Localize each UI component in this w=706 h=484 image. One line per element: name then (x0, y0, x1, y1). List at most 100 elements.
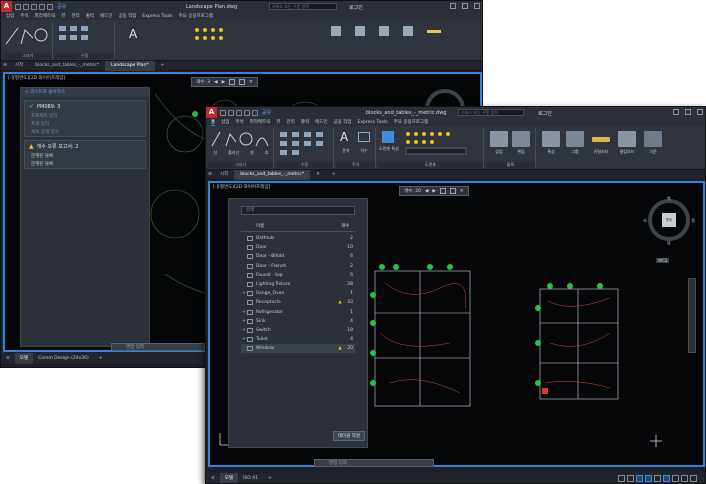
back-to-list-link[interactable]: < 리스트로 돌아가기 (21, 88, 149, 97)
close-tab-icon[interactable]: ✕ (310, 170, 326, 180)
menu-tab[interactable]: Express Tools (142, 14, 172, 19)
autocad-logo[interactable]: A (206, 107, 217, 118)
arc-tool-label[interactable]: 호 (265, 150, 269, 156)
menu-icon[interactable]: ≡ (206, 476, 220, 481)
layer-properties-label[interactable]: 도면층 특성 (378, 146, 400, 152)
block-row[interactable]: Bathtub 2 (241, 234, 355, 243)
utilities-icon[interactable] (592, 137, 610, 142)
sign-in-button[interactable]: 로그인 (349, 4, 363, 11)
base-label[interactable]: 기준 (642, 149, 664, 155)
menu-tab[interactable]: 애드인 (315, 119, 327, 125)
text-label[interactable]: 문자 (336, 148, 356, 154)
menu-tab[interactable]: 주석 (20, 13, 28, 19)
block-row[interactable]: + Toilet 4 (241, 335, 355, 344)
palette-search-input[interactable]: 검색 (241, 206, 355, 215)
list-item[interactable]: 프로젝트 일치 (25, 112, 145, 120)
share-button[interactable]: 공유 (57, 3, 66, 10)
command-line[interactable]: 명령 입력 (111, 343, 205, 351)
list-item[interactable]: 분해된 블록 (25, 160, 145, 168)
menu-tab[interactable]: 삽입 (221, 119, 229, 125)
properties-icon[interactable] (542, 131, 560, 147)
tab-start[interactable]: 시작 (9, 61, 29, 71)
block-row[interactable]: + Switch 19 (241, 326, 355, 335)
zoom-icon[interactable] (229, 79, 236, 85)
viewcube[interactable]: 맨위 북 서 동 남 (643, 196, 695, 245)
add-layout-icon[interactable]: + (94, 356, 108, 361)
dimension-icon[interactable] (358, 132, 370, 142)
tab-landscape[interactable]: Landscape Plan* (105, 60, 155, 71)
tab-layout[interactable]: Comm Design (24x36) (33, 356, 94, 361)
list-item[interactable]: 새로 상태 일치 (25, 128, 145, 136)
new-icon[interactable] (220, 109, 226, 116)
modify-tools-icons[interactable] (276, 128, 332, 158)
close-icon[interactable]: ✕ (249, 80, 253, 85)
prev-icon[interactable]: ◀ (425, 189, 428, 194)
block-row[interactable]: Receptacle ▲ 43 (241, 298, 355, 307)
undo-icon[interactable] (39, 3, 45, 10)
menu-icon[interactable]: ≡ (1, 63, 9, 68)
wcs-menu[interactable]: WCS (656, 258, 670, 263)
menu-tab[interactable]: 주요 응용프로그램 (394, 119, 429, 125)
block-row[interactable]: Lighting fixture 28 (241, 280, 355, 289)
layer-properties-icon[interactable] (382, 131, 394, 143)
modify-tools-icons[interactable] (55, 22, 113, 50)
redo-icon[interactable] (47, 3, 53, 10)
group-icon[interactable] (566, 131, 584, 147)
block-row[interactable]: Faucet - top 6 (241, 271, 355, 280)
viewcube-face-top[interactable]: 맨위 (662, 213, 676, 227)
customize-icon[interactable] (690, 475, 697, 482)
circle-tool-label[interactable]: 원 (250, 150, 254, 156)
menu-tab[interactable]: 공동 작업 (334, 119, 352, 125)
draw-tools-icons[interactable] (3, 22, 51, 50)
compass-east[interactable]: 동 (691, 218, 695, 224)
menu-tab-home[interactable]: 홈 (211, 119, 216, 126)
close-icon[interactable]: ✕ (460, 189, 464, 194)
menu-tab[interactable]: Express Tools (358, 120, 388, 125)
block-row[interactable]: Window ▲ 20 (241, 344, 355, 354)
table-icon[interactable] (449, 188, 456, 194)
tab-model[interactable]: 모델 (14, 353, 34, 364)
menu-tab[interactable]: 주요 응용프로그램 (178, 13, 213, 19)
block-row[interactable]: Door 10 (241, 243, 355, 252)
save-icon[interactable] (31, 3, 37, 10)
table-icon[interactable] (239, 79, 246, 85)
clipboard-label[interactable]: 클립보드 (616, 149, 638, 155)
insert-icon[interactable] (490, 131, 508, 147)
search-input[interactable]: 키워드 또는 구문 입력 (458, 109, 524, 116)
properties-label[interactable]: 특성 (540, 149, 562, 155)
new-icon[interactable] (15, 3, 21, 10)
count-column-header[interactable]: 개수 (341, 223, 355, 231)
menu-tab[interactable]: 주석 (235, 119, 243, 125)
new-tab-icon[interactable]: + (326, 170, 342, 180)
block-property-icons[interactable] (319, 22, 477, 52)
insert-label[interactable]: 삽입 (488, 149, 510, 155)
menu-tab[interactable]: 관리 (287, 119, 295, 125)
block-row[interactable]: Door - French 2 (241, 262, 355, 271)
ortho-toggle-icon[interactable] (636, 475, 643, 482)
annotation-layer-icons[interactable]: A (117, 22, 315, 52)
tab-layout[interactable]: ISO A1 (238, 476, 263, 481)
create-table-button[interactable]: 테이블 작성 (333, 431, 365, 441)
osnap-toggle-icon[interactable] (654, 475, 661, 482)
list-item[interactable]: 분해된 블록 (25, 152, 145, 160)
line-tool-label[interactable]: 선 (213, 150, 217, 156)
count-group-header[interactable]: ✔ PM089: 3 (25, 101, 145, 112)
menu-tab[interactable]: 뷰 (61, 13, 65, 19)
layer-tools-icons[interactable] (402, 128, 482, 158)
edit-icon[interactable] (512, 131, 530, 147)
menu-tab[interactable]: 삽입 (6, 13, 14, 19)
tab-model[interactable]: 모델 (219, 473, 239, 483)
open-icon[interactable] (23, 3, 29, 10)
navigation-bar[interactable] (688, 278, 696, 353)
grid-toggle-icon[interactable] (618, 475, 625, 482)
next-icon[interactable]: ▶ (222, 80, 225, 85)
menu-tab[interactable]: 출력 (301, 119, 309, 125)
undo-icon[interactable] (244, 109, 250, 116)
polar-toggle-icon[interactable] (645, 475, 652, 482)
dimension-label[interactable]: 치수 (354, 148, 374, 154)
sign-in-button[interactable]: 로그인 (538, 110, 552, 117)
lineweight-toggle-icon[interactable] (663, 475, 670, 482)
warning-icon[interactable]: ▲ (335, 346, 345, 351)
menu-tab[interactable]: 관리 (71, 13, 79, 19)
menu-icon[interactable]: ≡ (1, 356, 15, 361)
